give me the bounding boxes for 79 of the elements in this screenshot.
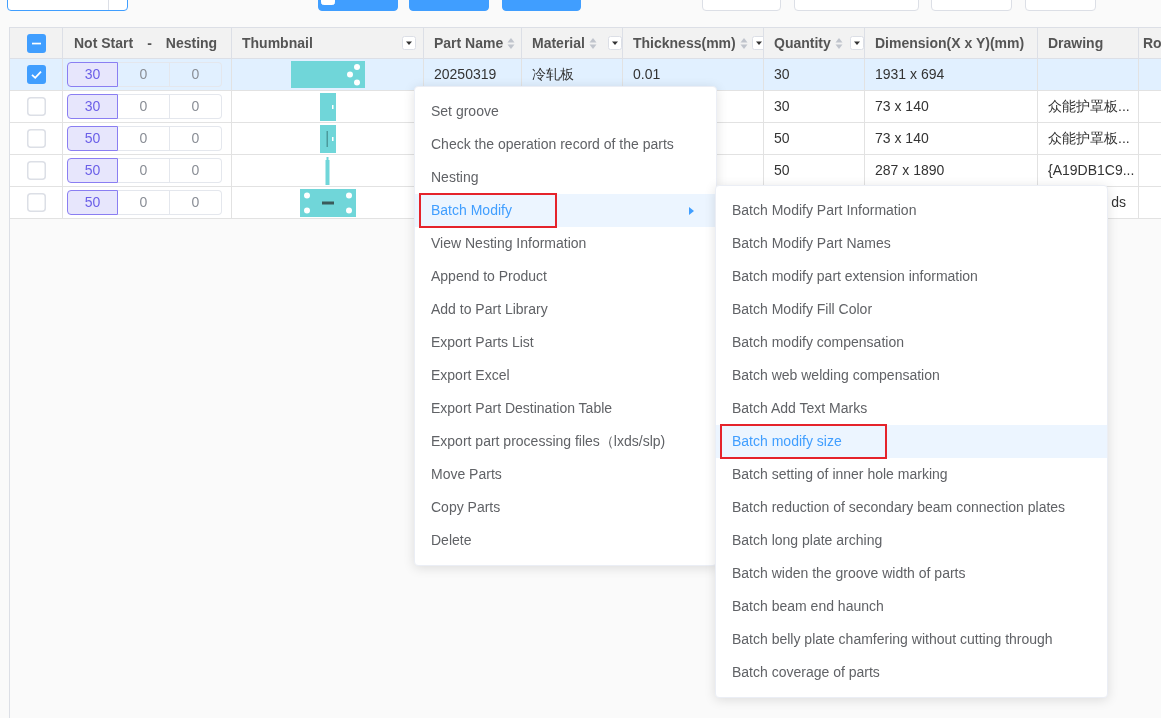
row-checkbox[interactable] — [26, 161, 46, 180]
menu-item[interactable]: Batch setting of inner hole marking — [716, 458, 1107, 491]
count-field: 0 — [170, 158, 222, 183]
material-text: 冷轧板 — [532, 66, 574, 82]
drawing-name-text: 众能护罩板... — [1048, 98, 1130, 114]
column-header: Drawing — [1048, 33, 1104, 53]
row-checkbox[interactable] — [26, 129, 46, 148]
menu-item[interactable]: Export Parts List — [415, 326, 716, 359]
menu-item[interactable]: Set groove — [415, 95, 716, 128]
menu-item[interactable]: Batch belly plate chamfering without cutting through — [716, 623, 1107, 656]
menu-item[interactable]: Batch web welding compensation — [716, 359, 1107, 392]
column-header: Thumbnail — [242, 33, 313, 53]
quantity-text: 50 — [774, 130, 790, 146]
menu-item[interactable]: Check the operation record of the parts — [415, 128, 716, 161]
filter-dropdown-icon[interactable] — [608, 36, 622, 50]
menu-item[interactable]: Export Excel — [415, 359, 716, 392]
menu-item[interactable]: Batch coverage of parts — [716, 656, 1107, 689]
column-header: Nesting — [165, 33, 218, 53]
menu-item[interactable]: Nesting — [415, 161, 716, 194]
count-field: 50 — [67, 126, 118, 151]
count-field: 50 — [67, 158, 118, 183]
menu-item[interactable]: Copy Parts — [415, 491, 716, 524]
select-all-checkbox[interactable] — [26, 33, 46, 53]
menu-item[interactable]: Append to Product — [415, 260, 716, 293]
count-field: 0 — [118, 94, 170, 119]
menu-item[interactable]: Batch modify compensation — [716, 326, 1107, 359]
part-name-text: 20250319 — [434, 66, 497, 82]
menu-item[interactable]: Batch beam end haunch — [716, 590, 1107, 623]
column-header: - — [147, 33, 152, 53]
count-field: 0 — [170, 94, 222, 119]
filter-dropdown-icon[interactable] — [402, 36, 416, 50]
sort-icon[interactable] — [834, 36, 843, 50]
menu-item[interactable]: Batch reduction of secondary beam connection plates — [716, 491, 1107, 524]
filter-dropdown-icon[interactable] — [850, 36, 864, 50]
row-checkbox[interactable] — [26, 193, 46, 212]
menu-item[interactable]: Batch Add Text Marks — [716, 392, 1107, 425]
menu-item[interactable]: Export Part Destination Table — [415, 392, 716, 425]
menu-item[interactable]: Add to Part Library — [415, 293, 716, 326]
menu-item[interactable]: Move Parts — [415, 458, 716, 491]
menu-item[interactable]: Export part processing files（lxds/slp) — [415, 425, 716, 458]
count-field: 0 — [170, 126, 222, 151]
count-field: 30 — [67, 94, 118, 119]
menu-item[interactable]: Delete — [415, 524, 716, 557]
menu-item[interactable]: Batch Modify Part Names — [716, 227, 1107, 260]
menu-item[interactable]: Batch modify part extension information — [716, 260, 1107, 293]
menu-item[interactable]: Batch long plate arching — [716, 524, 1107, 557]
drawing-name-text: {A19DB1C9... — [1048, 162, 1135, 178]
column-header: Not Start — [74, 33, 134, 53]
thickness-text: 0.01 — [633, 66, 661, 82]
quantity-text: 30 — [774, 66, 790, 82]
menu-item[interactable]: Batch widen the groove width of parts — [716, 557, 1107, 590]
drawing-name-text: ds — [1111, 194, 1126, 210]
quantity-text: 50 — [774, 162, 790, 178]
count-field: 0 — [118, 62, 170, 87]
dimension-text: 287 x 1890 — [875, 162, 945, 178]
quantity-text: 30 — [774, 98, 790, 114]
menu-item[interactable]: Batch Modify Fill Color — [716, 293, 1107, 326]
count-field: 0 — [118, 190, 170, 215]
sort-icon[interactable] — [507, 36, 516, 50]
table-row[interactable]: 30 0 0 20250319 冷轧板 0.01 30 1931 x 694 — [10, 58, 1161, 91]
count-field: 0 — [170, 62, 222, 87]
count-field: 0 — [118, 126, 170, 151]
drawing-name-text: 众能护罩板... — [1048, 130, 1130, 146]
part-drawing — [325, 156, 330, 185]
menu-item[interactable]: Batch Modify Part Information — [716, 194, 1107, 227]
sort-icon[interactable] — [588, 36, 597, 50]
column-header: Ro — [1143, 33, 1161, 53]
dimension-text: 1931 x 694 — [875, 66, 945, 82]
filter-dropdown-icon[interactable] — [751, 36, 763, 50]
row-checkbox[interactable] — [26, 97, 46, 116]
count-field: 50 — [67, 190, 118, 215]
dimension-text: 73 x 140 — [875, 98, 929, 114]
dimension-text: 73 x 140 — [875, 130, 929, 146]
count-field: 30 — [67, 62, 118, 87]
menu-item[interactable]: View Nesting Information — [415, 227, 716, 260]
count-field: 0 — [170, 190, 222, 215]
count-field: 0 — [118, 158, 170, 183]
column-header: Dimension(X x Y)(mm) — [875, 33, 1025, 53]
row-checkbox[interactable] — [26, 65, 46, 84]
